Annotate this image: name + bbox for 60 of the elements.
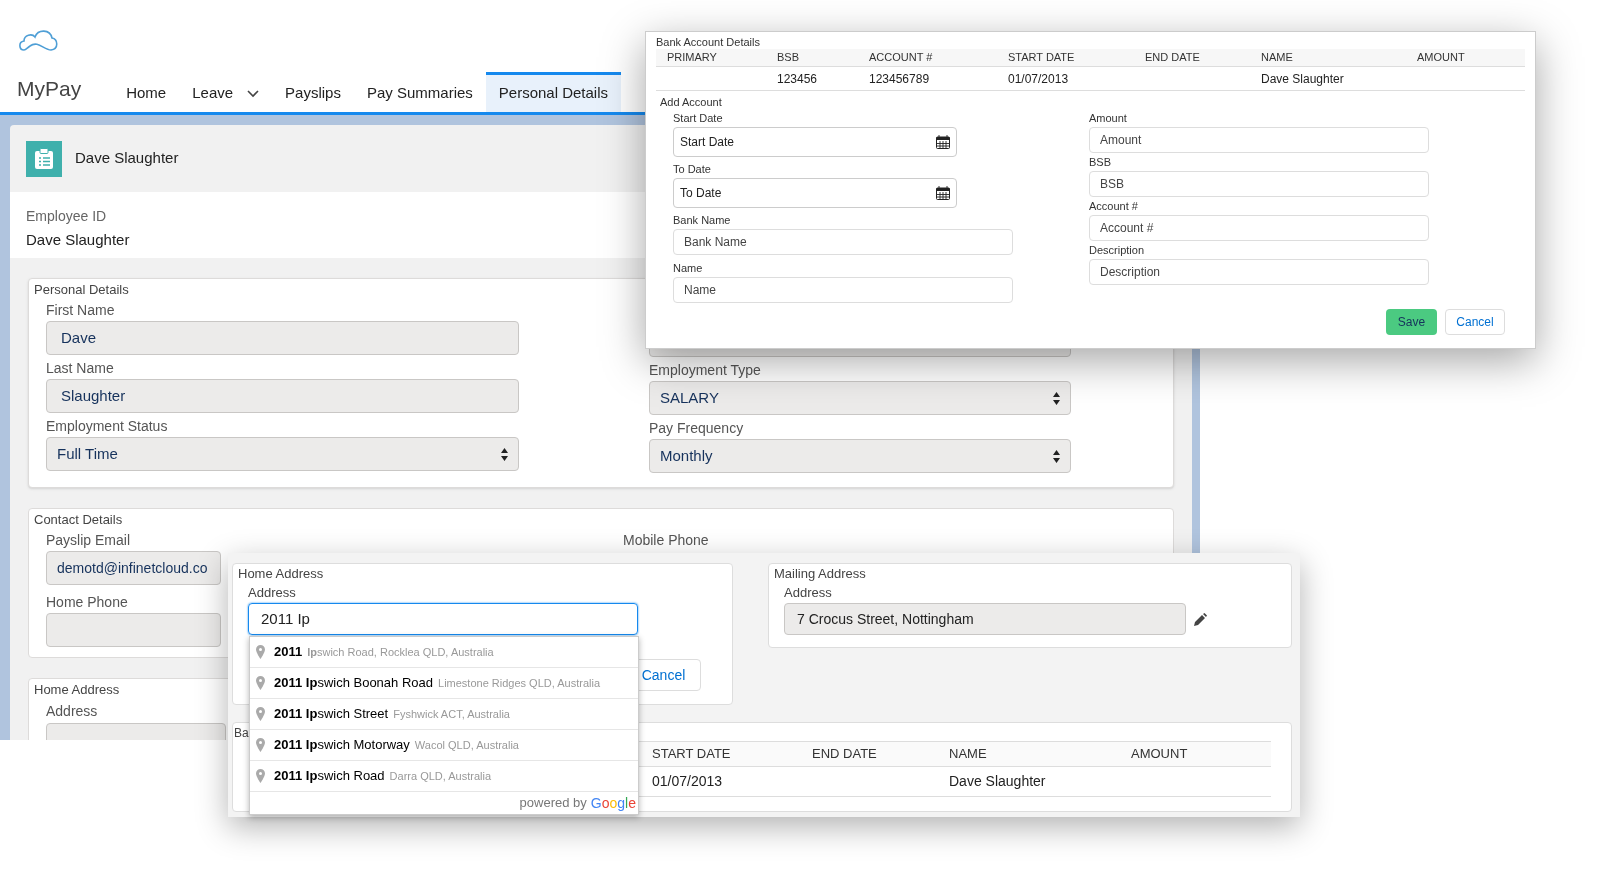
suggestion-main-text: 2011 bbox=[274, 643, 303, 662]
field-label: Pay Frequency bbox=[649, 419, 745, 438]
suggestion-main-text: 2011 Ipswich Motorway bbox=[274, 736, 410, 755]
column-header: START DATE bbox=[652, 745, 732, 764]
column-header: NAME bbox=[949, 745, 988, 764]
suggestion-main-text: 2011 Ipswich Road bbox=[274, 767, 385, 786]
suggestion-main-text: 2011 Ipswich Boonah Road bbox=[274, 674, 433, 693]
suggestion-secondary-text: Limestone Ridges QLD, Australia bbox=[438, 675, 601, 691]
section-title: Ba bbox=[234, 725, 249, 741]
section-title: Home Address bbox=[34, 681, 120, 699]
column-header: END DATE bbox=[812, 745, 878, 764]
field-label: Payslip Email bbox=[46, 531, 132, 550]
field-label: Address bbox=[784, 584, 833, 602]
field-label: Address bbox=[46, 703, 98, 719]
table-cell-text: 01/07/2013 bbox=[1008, 70, 1070, 88]
dialog-title: Bank Account Details bbox=[656, 35, 761, 49]
suggestion-secondary-text: Fyshwick ACT, Australia bbox=[393, 706, 510, 722]
column-header: NAME bbox=[1261, 50, 1294, 66]
field-label: Home Phone bbox=[46, 593, 129, 612]
table-cell-text: Dave Slaughter bbox=[1261, 70, 1345, 88]
section-title: Mailing Address bbox=[774, 565, 867, 583]
field-label: Account # bbox=[1089, 198, 1139, 214]
field-label: First Name bbox=[46, 301, 116, 320]
section-title: Add Account bbox=[660, 95, 723, 110]
column-header: ACCOUNT # bbox=[869, 50, 934, 66]
field-label: Address bbox=[248, 584, 297, 602]
table-cell-text: 123456789 bbox=[869, 70, 931, 88]
column-header: AMOUNT bbox=[1131, 745, 1189, 764]
field-label: Description bbox=[1089, 242, 1146, 258]
powered-by-text: powered by bbox=[519, 794, 587, 813]
field-label: Employee ID bbox=[26, 207, 107, 226]
field-label: Amount bbox=[1089, 110, 1128, 126]
column-header: PRIMARY bbox=[667, 50, 718, 66]
column-header: AMOUNT bbox=[1417, 50, 1466, 66]
app-name: MyPay bbox=[17, 75, 82, 102]
suggestion-secondary-text: Darra QLD, Australia bbox=[389, 768, 492, 784]
suggestion-main-text: 2011 Ipswich Street bbox=[274, 705, 389, 724]
section-title: Contact Details bbox=[34, 511, 124, 529]
table-cell-text: Dave Slaughter bbox=[949, 772, 1047, 791]
field-label: Employment Type bbox=[649, 361, 762, 380]
column-header: START DATE bbox=[1008, 50, 1076, 66]
column-header: BSB bbox=[777, 50, 800, 66]
section-title: Home Address bbox=[238, 565, 325, 583]
field-label: Mobile Phone bbox=[623, 531, 709, 550]
suggestion-secondary-text: Wacol QLD, Australia bbox=[414, 737, 519, 753]
field-label: Bank Name bbox=[673, 212, 732, 228]
field-label: Name bbox=[673, 260, 704, 276]
table-cell-text: 01/07/2013 bbox=[652, 772, 724, 791]
field-label: Last Name bbox=[46, 359, 115, 378]
field-label: Start Date bbox=[673, 110, 724, 126]
field-label: BSB bbox=[1089, 154, 1112, 170]
brand-logo-text: Google bbox=[590, 793, 636, 813]
employee-name: Dave Slaughter bbox=[75, 148, 179, 169]
suggestion-secondary-text: Ipswich Road, Rocklea QLD, Australia bbox=[307, 644, 494, 660]
table-cell-text: 123456 bbox=[777, 70, 819, 88]
employee-id-value: Dave Slaughter bbox=[26, 230, 130, 250]
column-header: END DATE bbox=[1145, 50, 1201, 66]
section-title: Personal Details bbox=[34, 281, 129, 299]
field-label: Employment Status bbox=[46, 417, 169, 436]
field-label: To Date bbox=[673, 161, 712, 177]
